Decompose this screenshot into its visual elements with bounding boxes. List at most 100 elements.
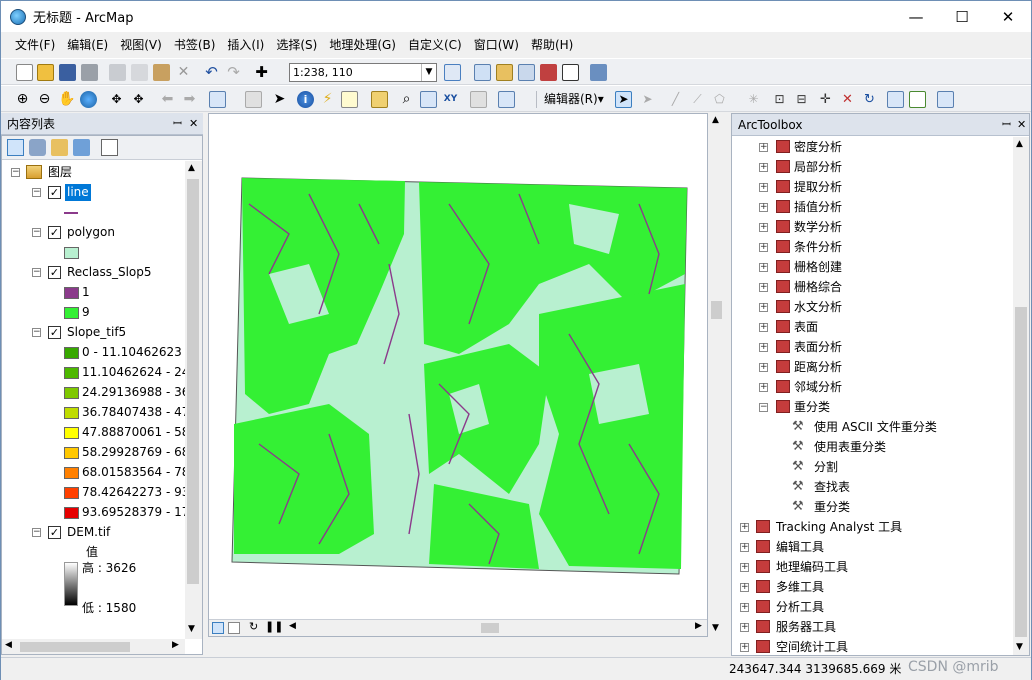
toolset-item[interactable]: + 插值分析 xyxy=(732,197,1012,217)
menu-insert[interactable]: 插入(I) xyxy=(221,35,270,55)
toolbox-item[interactable]: + Tracking Analyst 工具 xyxy=(732,517,1012,537)
scroll-left-icon[interactable]: ◀ xyxy=(289,621,296,631)
toolbox-item[interactable]: + 空间统计工具 xyxy=(732,637,1012,657)
save-icon[interactable] xyxy=(59,64,76,81)
expand-icon[interactable]: + xyxy=(759,323,768,332)
scroll-right-icon[interactable]: ▶ xyxy=(172,640,179,650)
toc-horizontal-scrollbar[interactable]: ◀ ▶ xyxy=(2,639,185,654)
html-popup-icon[interactable] xyxy=(341,91,358,108)
scroll-thumb[interactable] xyxy=(481,623,499,633)
scroll-up-icon[interactable]: ▲ xyxy=(1016,139,1023,149)
reclass-region[interactable] xyxy=(539,284,685,569)
toolbox-item[interactable]: + 分析工具 xyxy=(732,597,1012,617)
toolset-item[interactable]: + 水文分析 xyxy=(732,297,1012,317)
create-viewer-icon[interactable] xyxy=(498,91,515,108)
layers-root[interactable]: − 图层 xyxy=(2,163,185,182)
layer-slope[interactable]: − ✓ Slope_tif5 xyxy=(2,323,185,342)
layer-name[interactable]: DEM.tif xyxy=(67,523,110,542)
split-icon[interactable]: ✕ xyxy=(839,91,856,108)
table-window-icon[interactable] xyxy=(474,64,491,81)
class-swatch[interactable] xyxy=(64,507,79,519)
toolset-item[interactable]: + 栅格创建 xyxy=(732,257,1012,277)
close-icon[interactable]: ✕ xyxy=(1017,114,1026,136)
expand-icon[interactable]: + xyxy=(740,563,749,572)
edit-annotation-icon[interactable]: ➤ xyxy=(639,91,656,108)
select-features-icon[interactable] xyxy=(209,91,226,108)
collapse-icon[interactable]: − xyxy=(11,168,20,177)
reshape-feature-icon[interactable]: ⊟ xyxy=(793,91,810,108)
scroll-thumb[interactable] xyxy=(1015,307,1027,637)
class-swatch[interactable] xyxy=(64,287,79,299)
expand-icon[interactable]: + xyxy=(759,183,768,192)
map-display[interactable]: ↻ ❚❚ ◀ ▶ xyxy=(208,113,708,637)
rotate-icon[interactable]: ↻ xyxy=(861,91,878,108)
map-vertical-scrollbar[interactable]: ▲ ▼ xyxy=(708,113,725,637)
menu-file[interactable]: 文件(F) xyxy=(9,35,61,55)
reclass-region[interactable] xyxy=(234,404,374,554)
scroll-right-icon[interactable]: ▶ xyxy=(695,621,702,631)
layer-name[interactable]: line xyxy=(65,184,91,201)
layout-view-icon[interactable] xyxy=(228,622,240,634)
line-symbol[interactable] xyxy=(64,212,78,214)
map-scale-combobox[interactable]: 1:238, 110 ▼ xyxy=(289,63,437,82)
find-binoculars-icon[interactable]: ⌕ xyxy=(398,91,415,108)
menu-help[interactable]: 帮助(H) xyxy=(525,35,579,55)
scroll-down-icon[interactable]: ▼ xyxy=(1016,642,1023,652)
layer-name[interactable]: Slope_tif5 xyxy=(67,323,126,342)
menu-view[interactable]: 视图(V) xyxy=(114,35,168,55)
expand-icon[interactable]: + xyxy=(759,383,768,392)
toolset-item[interactable]: + 栅格综合 xyxy=(732,277,1012,297)
cut-icon[interactable] xyxy=(109,64,126,81)
find-route-icon[interactable] xyxy=(420,91,437,108)
pin-icon[interactable]: ꟷ xyxy=(1002,114,1011,136)
toolset-item[interactable]: + 邻域分析 xyxy=(732,377,1012,397)
data-view-icon[interactable] xyxy=(212,622,224,634)
pin-icon[interactable]: ꟷ xyxy=(173,113,182,135)
expand-icon[interactable]: + xyxy=(740,643,749,652)
expand-icon[interactable]: + xyxy=(759,283,768,292)
back-arrow-icon[interactable]: ⬅ xyxy=(159,91,176,108)
straight-segment-icon[interactable]: ╱ xyxy=(667,91,684,108)
create-features-icon[interactable] xyxy=(937,91,954,108)
forward-arrow-icon[interactable]: ➡ xyxy=(181,91,198,108)
list-by-selection-icon[interactable] xyxy=(73,139,90,156)
collapse-icon[interactable]: − xyxy=(32,228,41,237)
edit-vertices-icon[interactable]: ⊡ xyxy=(771,91,788,108)
expand-icon[interactable]: + xyxy=(759,243,768,252)
tool-item[interactable]: ⚒ 使用表重分类 xyxy=(732,437,1012,457)
full-extent-globe-icon[interactable] xyxy=(80,91,97,108)
edit-tool-pointer-icon[interactable]: ➤ xyxy=(615,91,632,108)
expand-icon[interactable]: + xyxy=(740,523,749,532)
expand-icon[interactable]: + xyxy=(740,583,749,592)
hyperlink-lightning-icon[interactable]: ⚡ xyxy=(319,91,336,108)
class-swatch[interactable] xyxy=(64,367,79,379)
zoom-in-icon[interactable]: ⊕ xyxy=(14,91,31,108)
minimize-button[interactable]: — xyxy=(893,1,939,32)
visibility-checkbox[interactable]: ✓ xyxy=(48,526,61,539)
scroll-up-icon[interactable]: ▲ xyxy=(188,163,195,173)
list-by-drawing-order-icon[interactable] xyxy=(7,139,24,156)
open-folder-icon[interactable] xyxy=(37,64,54,81)
menu-windows[interactable]: 窗口(W) xyxy=(468,35,525,55)
toolbox-item[interactable]: + 地理编码工具 xyxy=(732,557,1012,577)
end-point-arc-icon[interactable]: ⟋ xyxy=(689,91,706,108)
scroll-down-icon[interactable]: ▼ xyxy=(712,623,719,633)
trace-icon[interactable]: ⬠ xyxy=(711,91,728,108)
map-canvas[interactable] xyxy=(209,114,708,619)
cut-polygons-icon[interactable]: ✛ xyxy=(817,91,834,108)
menu-selection[interactable]: 选择(S) xyxy=(270,35,323,55)
class-swatch[interactable] xyxy=(64,347,79,359)
collapse-icon[interactable]: − xyxy=(32,528,41,537)
clear-selection-icon[interactable] xyxy=(245,91,262,108)
toolbox-item[interactable]: + 多维工具 xyxy=(732,577,1012,597)
close-button[interactable]: ✕ xyxy=(985,1,1031,32)
scroll-up-icon[interactable]: ▲ xyxy=(712,115,719,125)
editor-menu[interactable]: 编辑器(R)▾ xyxy=(544,90,604,109)
refresh-icon[interactable]: ↻ xyxy=(249,620,258,633)
tool-item[interactable]: ⚒ 查找表 xyxy=(732,477,1012,497)
fixed-zoom-in-icon[interactable]: ✥ xyxy=(108,91,125,108)
toolset-item[interactable]: + 距离分析 xyxy=(732,357,1012,377)
expand-icon[interactable]: + xyxy=(759,363,768,372)
layer-dem[interactable]: − ✓ DEM.tif xyxy=(2,523,185,542)
time-slider-icon[interactable] xyxy=(470,91,487,108)
